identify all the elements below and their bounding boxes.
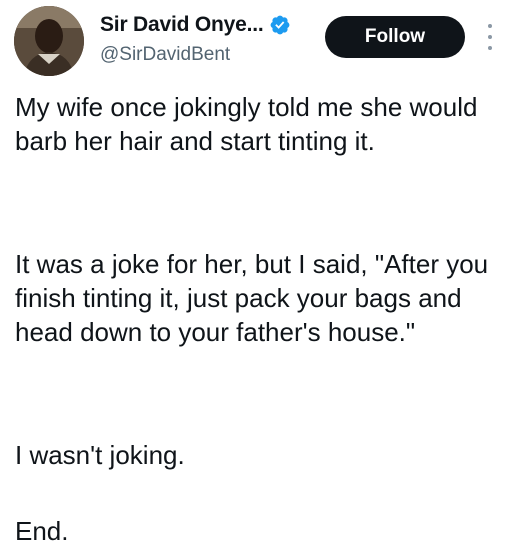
tweet-paragraph: I wasn't joking. [15,440,185,470]
author-handle[interactable]: @SirDavidBent [100,44,230,66]
tweet-paragraph: End. [15,516,69,546]
more-dot [488,35,492,39]
tweet-paragraph: My wife once jokingly told me she would … [15,92,478,156]
author-display-name[interactable]: Sir David Onye... [100,13,264,37]
follow-button[interactable]: Follow [325,16,465,58]
author-name-row[interactable]: Sir David Onye... [100,12,291,38]
more-vertical-icon[interactable] [482,24,498,50]
more-dot [488,46,492,50]
profile-photo [14,6,84,76]
verified-badge-icon [270,15,289,35]
avatar[interactable] [14,6,84,76]
tweet-paragraph: It was a joke for her, but I said, "Afte… [15,249,489,347]
tweet: Sir David Onye... @SirDavidBent Follow M… [0,0,511,551]
more-dot [488,24,492,28]
